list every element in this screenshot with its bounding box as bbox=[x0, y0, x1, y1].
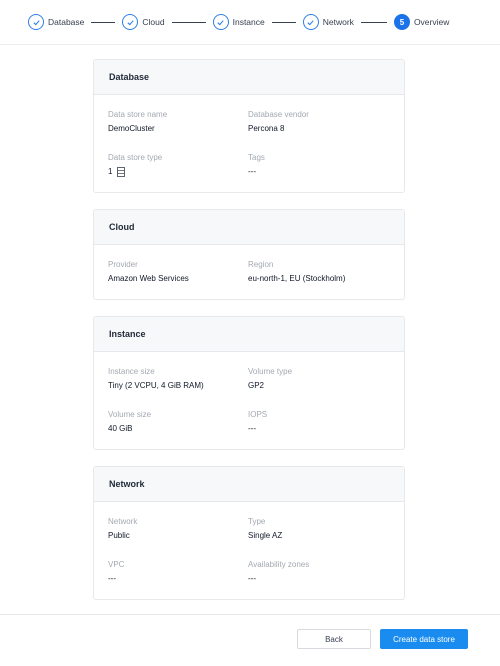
field-value: 1 bbox=[108, 167, 162, 177]
field-label: Volume type bbox=[248, 367, 293, 376]
step-instance[interactable]: Instance bbox=[212, 14, 265, 30]
field-value: 40 GiB bbox=[108, 424, 133, 433]
create-data-store-button[interactable]: Create data store bbox=[380, 629, 468, 649]
step-connector bbox=[91, 21, 116, 23]
field-value: Tiny (2 VCPU, 4 GiB RAM) bbox=[108, 381, 204, 390]
instance-summary-card: Instance Instance size Tiny (2 VCPU, 4 G… bbox=[93, 316, 405, 450]
field-instance-size: Instance size Tiny (2 VCPU, 4 GiB RAM) bbox=[108, 367, 204, 391]
step-overview[interactable]: 5 Overview bbox=[393, 14, 450, 30]
field-vpc: VPC --- bbox=[108, 560, 124, 584]
step-database[interactable]: Database bbox=[28, 14, 84, 30]
field-value: Percona 8 bbox=[248, 124, 285, 133]
field-value: eu-north-1, EU (Stockholm) bbox=[248, 274, 346, 283]
field-label: Data store name bbox=[108, 110, 168, 119]
check-circle-icon bbox=[122, 14, 139, 30]
field-network-type: Type Single AZ bbox=[248, 517, 282, 541]
field-provider: Provider Amazon Web Services bbox=[108, 260, 189, 284]
field-data-store-name: Data store name DemoCluster bbox=[108, 110, 167, 134]
field-label: Network bbox=[108, 517, 138, 526]
field-label: Type bbox=[248, 517, 266, 526]
field-label: Data store type bbox=[108, 153, 163, 162]
card-title: Instance bbox=[94, 317, 404, 352]
wizard-stepper: Database Cloud Instance Network 5 Overvi… bbox=[0, 0, 500, 44]
cloud-summary-card: Cloud Provider Amazon Web Services Regio… bbox=[93, 209, 405, 300]
database-summary-card: Database Data store name DemoCluster Dat… bbox=[93, 59, 405, 193]
field-label: Provider bbox=[108, 260, 138, 269]
field-value: GP2 bbox=[248, 381, 265, 390]
step-network[interactable]: Network bbox=[302, 14, 354, 30]
field-label: Tags bbox=[248, 153, 265, 162]
step-cloud[interactable]: Cloud bbox=[122, 14, 165, 30]
data-store-type-value: 1 bbox=[108, 167, 113, 176]
field-network: Network Public bbox=[108, 517, 137, 541]
field-value: --- bbox=[248, 574, 256, 583]
step-connector bbox=[360, 21, 387, 23]
field-label: VPC bbox=[108, 560, 125, 569]
field-data-store-type: Data store type 1 bbox=[108, 153, 162, 177]
step-label: Overview bbox=[413, 17, 450, 27]
step-number-badge: 5 bbox=[393, 14, 410, 30]
field-label: IOPS bbox=[248, 410, 268, 419]
check-circle-icon bbox=[212, 14, 229, 30]
field-label: Database vendor bbox=[248, 110, 309, 119]
card-title: Network bbox=[94, 467, 404, 502]
step-label: Database bbox=[48, 17, 85, 27]
field-tags: Tags --- bbox=[248, 153, 265, 177]
field-value: --- bbox=[108, 574, 116, 583]
step-label: Network bbox=[322, 17, 354, 27]
header-divider bbox=[0, 44, 500, 45]
field-region: Region eu-north-1, EU (Stockholm) bbox=[248, 260, 345, 284]
field-value: Public bbox=[108, 531, 130, 540]
field-availability-zones: Availability zones --- bbox=[248, 560, 309, 584]
field-iops: IOPS --- bbox=[248, 410, 267, 434]
field-volume-size: Volume size 40 GiB bbox=[108, 410, 151, 434]
field-value: --- bbox=[248, 167, 256, 176]
step-connector bbox=[171, 21, 206, 23]
field-value: DemoCluster bbox=[108, 124, 155, 133]
field-value: Amazon Web Services bbox=[108, 274, 189, 283]
network-summary-card: Network Network Public Type Single AZ VP… bbox=[93, 466, 405, 600]
database-server-icon bbox=[117, 167, 126, 177]
step-connector bbox=[271, 21, 296, 23]
field-value: Single AZ bbox=[248, 531, 283, 540]
field-label: Volume size bbox=[108, 410, 152, 419]
step-label: Cloud bbox=[142, 17, 165, 27]
check-circle-icon bbox=[302, 14, 319, 30]
card-title: Database bbox=[94, 60, 404, 95]
field-database-vendor: Database vendor Percona 8 bbox=[248, 110, 309, 134]
footer-divider bbox=[0, 614, 500, 615]
step-label: Instance bbox=[232, 17, 265, 27]
field-label: Region bbox=[248, 260, 274, 269]
card-title: Cloud bbox=[94, 210, 404, 245]
field-volume-type: Volume type GP2 bbox=[248, 367, 292, 391]
field-label: Instance size bbox=[108, 367, 155, 376]
field-label: Availability zones bbox=[248, 560, 310, 569]
check-circle-icon bbox=[28, 14, 44, 30]
field-value: --- bbox=[248, 424, 256, 433]
back-button[interactable]: Back bbox=[297, 629, 371, 649]
